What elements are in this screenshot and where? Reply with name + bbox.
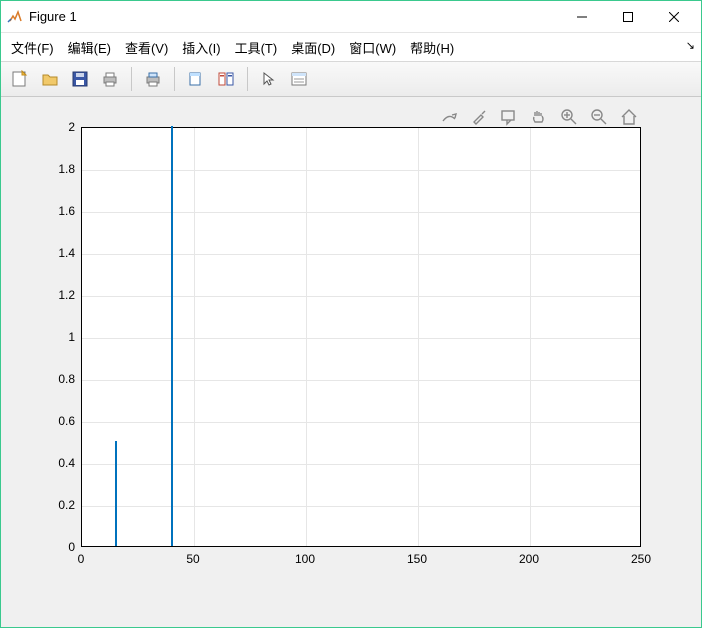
menu-insert[interactable]: 插入(I): [182, 38, 220, 57]
grid-line: [418, 128, 419, 546]
dock-arrow-icon[interactable]: ↘: [686, 39, 695, 52]
grid-line: [82, 254, 640, 255]
pointer-icon[interactable]: [256, 66, 282, 92]
menu-edit[interactable]: 编辑(E): [68, 38, 111, 57]
maximize-button[interactable]: [605, 2, 651, 32]
toolbar-separator: [247, 67, 248, 91]
pan-icon[interactable]: [529, 107, 549, 127]
grid-line: [530, 128, 531, 546]
data-tips-icon[interactable]: [499, 107, 519, 127]
menu-tools[interactable]: 工具(T): [235, 38, 278, 57]
export-icon[interactable]: [439, 107, 459, 127]
figure-toolbar: [1, 61, 701, 97]
plot-area: 0 0.2 0.4 0.6 0.8 1 1.2 1.4 1.6 1.8 2 0 …: [1, 97, 701, 627]
grid-line: [82, 506, 640, 507]
matlab-icon: [7, 9, 23, 25]
toolbar-separator: [174, 67, 175, 91]
zoom-in-icon[interactable]: [559, 107, 579, 127]
grid-line: [306, 128, 307, 546]
y-tick-label: 0.6: [35, 414, 75, 428]
titlebar: Figure 1: [1, 1, 701, 33]
insert-legend-icon[interactable]: [286, 66, 312, 92]
menu-file[interactable]: 文件(F): [11, 38, 54, 57]
x-tick-label: 100: [295, 552, 315, 566]
open-icon[interactable]: [37, 66, 63, 92]
grid-line: [82, 338, 640, 339]
brush-icon[interactable]: [469, 107, 489, 127]
grid-line: [82, 170, 640, 171]
menu-desktop[interactable]: 桌面(D): [291, 38, 335, 57]
y-tick-label: 1.6: [35, 204, 75, 218]
y-tick-label: 1.8: [35, 162, 75, 176]
line-peak-1: [115, 441, 117, 546]
new-figure-icon[interactable]: [7, 66, 33, 92]
menu-window[interactable]: 窗口(W): [349, 38, 396, 57]
grid-line: [82, 380, 640, 381]
line-peak-2: [171, 126, 173, 546]
save-icon[interactable]: [67, 66, 93, 92]
close-button[interactable]: [651, 2, 697, 32]
x-tick-label: 0: [78, 552, 85, 566]
menu-help[interactable]: 帮助(H): [410, 38, 454, 57]
data-cursor-icon[interactable]: [183, 66, 209, 92]
link-plot-icon[interactable]: [213, 66, 239, 92]
y-tick-label: 1.4: [35, 246, 75, 260]
y-tick-label: 0.4: [35, 456, 75, 470]
grid-line: [82, 464, 640, 465]
axes-toolbar: [439, 107, 639, 127]
toolbar-separator: [131, 67, 132, 91]
y-tick-label: 0: [35, 540, 75, 554]
y-tick-label: 1.2: [35, 288, 75, 302]
menu-view[interactable]: 查看(V): [125, 38, 168, 57]
y-tick-label: 0.8: [35, 372, 75, 386]
y-tick-label: 2: [35, 120, 75, 134]
zoom-out-icon[interactable]: [589, 107, 609, 127]
minimize-button[interactable]: [559, 2, 605, 32]
grid-line: [82, 296, 640, 297]
axes[interactable]: [81, 127, 641, 547]
print-preview-icon[interactable]: [140, 66, 166, 92]
grid-line: [82, 422, 640, 423]
print-icon[interactable]: [97, 66, 123, 92]
y-tick-label: 1: [35, 330, 75, 344]
x-tick-label: 200: [519, 552, 539, 566]
window-controls: [559, 2, 697, 32]
x-tick-label: 150: [407, 552, 427, 566]
menubar: 文件(F) 编辑(E) 查看(V) 插入(I) 工具(T) 桌面(D) 窗口(W…: [1, 33, 701, 61]
x-tick-label: 50: [186, 552, 199, 566]
window-title: Figure 1: [29, 9, 559, 24]
home-icon[interactable]: [619, 107, 639, 127]
grid-line: [82, 212, 640, 213]
grid-line: [194, 128, 195, 546]
y-tick-label: 0.2: [35, 498, 75, 512]
x-tick-label: 250: [631, 552, 651, 566]
